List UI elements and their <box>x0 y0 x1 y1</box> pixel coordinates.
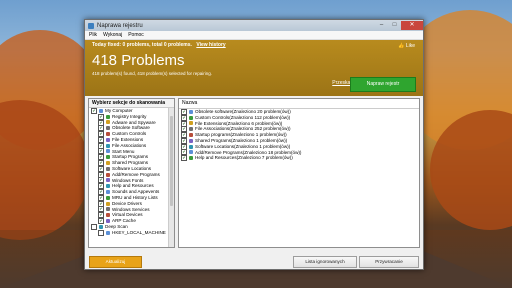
minimize-icon[interactable]: – <box>375 21 388 30</box>
view-history-link[interactable]: View history <box>196 42 225 48</box>
problems-summary: 418 problem(s) found, 418 problem(s) sel… <box>92 71 213 76</box>
section-icon <box>106 120 110 125</box>
section-icon <box>106 114 110 119</box>
section-icon <box>99 224 103 229</box>
section-icon <box>106 178 110 183</box>
tree-item-checkbox[interactable] <box>91 223 97 230</box>
result-icon <box>189 150 193 155</box>
result-icon <box>189 156 193 161</box>
restore-button[interactable]: Przywracanie <box>359 256 419 268</box>
section-icon <box>106 184 110 189</box>
result-row-checkbox[interactable] <box>181 155 187 162</box>
section-icon <box>106 201 110 206</box>
section-icon <box>106 143 110 148</box>
section-icon <box>106 126 110 131</box>
result-row-label: Help and Resources(Znaleziono 7 problem(… <box>195 155 293 161</box>
like-label: Like <box>405 43 415 49</box>
app-icon <box>88 22 94 29</box>
result-icon <box>189 121 193 126</box>
like-button[interactable]: 👍 Like <box>398 43 415 49</box>
tree-scrollbar[interactable] <box>168 108 174 247</box>
close-icon[interactable]: ✕ <box>401 21 423 30</box>
section-icon <box>106 195 110 200</box>
menu-file[interactable]: Plik <box>89 31 97 39</box>
today-text: Today fixed: 0 problems, total 0 problem… <box>92 42 192 48</box>
section-icon <box>106 137 110 142</box>
repair-button[interactable]: Napraw rejestr <box>350 77 416 92</box>
update-button[interactable]: Aktualizuj <box>89 256 142 268</box>
window-title: Naprawa rejestru <box>97 22 143 29</box>
tree-item-checkbox[interactable] <box>91 107 97 114</box>
section-icon <box>106 161 110 166</box>
tree-item-checkbox[interactable] <box>98 218 104 225</box>
menu-bar: Plik Wykonaj Pomoc <box>85 31 423 40</box>
tree-item-label: HKEY_LOCAL_MACHINE <box>112 229 166 235</box>
section-tree-pane: Wybierz sekcje do skanowania My Computer… <box>88 98 175 248</box>
app-window: Naprawa rejestru – □ ✕ Plik Wykonaj Pomo… <box>84 19 424 270</box>
section-icon <box>106 166 110 171</box>
section-icon <box>106 132 110 137</box>
problems-count: 418 Problems <box>92 52 185 69</box>
section-icon <box>106 172 110 177</box>
result-icon <box>189 127 193 132</box>
footer-bar: Aktualizuj Lista ignorowanych Przywracan… <box>85 253 423 269</box>
thumbs-up-icon: 👍 <box>398 43 405 49</box>
section-icon <box>106 219 110 224</box>
result-icon <box>189 115 193 120</box>
section-icon <box>106 155 110 160</box>
ignore-list-button[interactable]: Lista ignorowanych <box>293 256 357 268</box>
results-pane: Nazwa Obsolete software(Znaleziono 20 pr… <box>178 98 420 248</box>
result-row[interactable]: Help and Resources(Znaleziono 7 problem(… <box>181 155 419 162</box>
result-icon <box>189 144 193 149</box>
tree-item[interactable]: HKEY_LOCAL_MACHINE <box>91 229 174 236</box>
result-icon <box>189 133 193 138</box>
section-tree-header: Wybierz sekcje do skanowania <box>89 99 174 108</box>
section-icon <box>106 207 110 212</box>
menu-help[interactable]: Pomoc <box>128 31 144 39</box>
result-icon <box>189 138 193 143</box>
scrollbar-thumb[interactable] <box>170 116 173 206</box>
main-content: Wybierz sekcje do skanowania My Computer… <box>88 98 420 248</box>
results-list: Obsolete software(Znaleziono 20 problem(… <box>179 108 419 162</box>
section-icon <box>106 230 110 235</box>
section-tree: My ComputerRegistry IntegrityAdware and … <box>89 107 174 236</box>
section-icon <box>99 108 103 113</box>
results-header[interactable]: Nazwa <box>179 99 419 109</box>
section-icon <box>106 213 110 218</box>
section-icon <box>106 149 110 154</box>
today-status: Today fixed: 0 problems, total 0 problem… <box>92 42 416 48</box>
title-bar: Naprawa rejestru – □ ✕ <box>85 20 423 31</box>
status-banner: Today fixed: 0 problems, total 0 problem… <box>85 40 423 96</box>
section-icon <box>106 190 110 195</box>
menu-run[interactable]: Wykonaj <box>103 31 122 39</box>
tree-item-checkbox[interactable] <box>98 229 104 236</box>
result-icon <box>189 109 193 114</box>
maximize-icon[interactable]: □ <box>388 21 401 30</box>
